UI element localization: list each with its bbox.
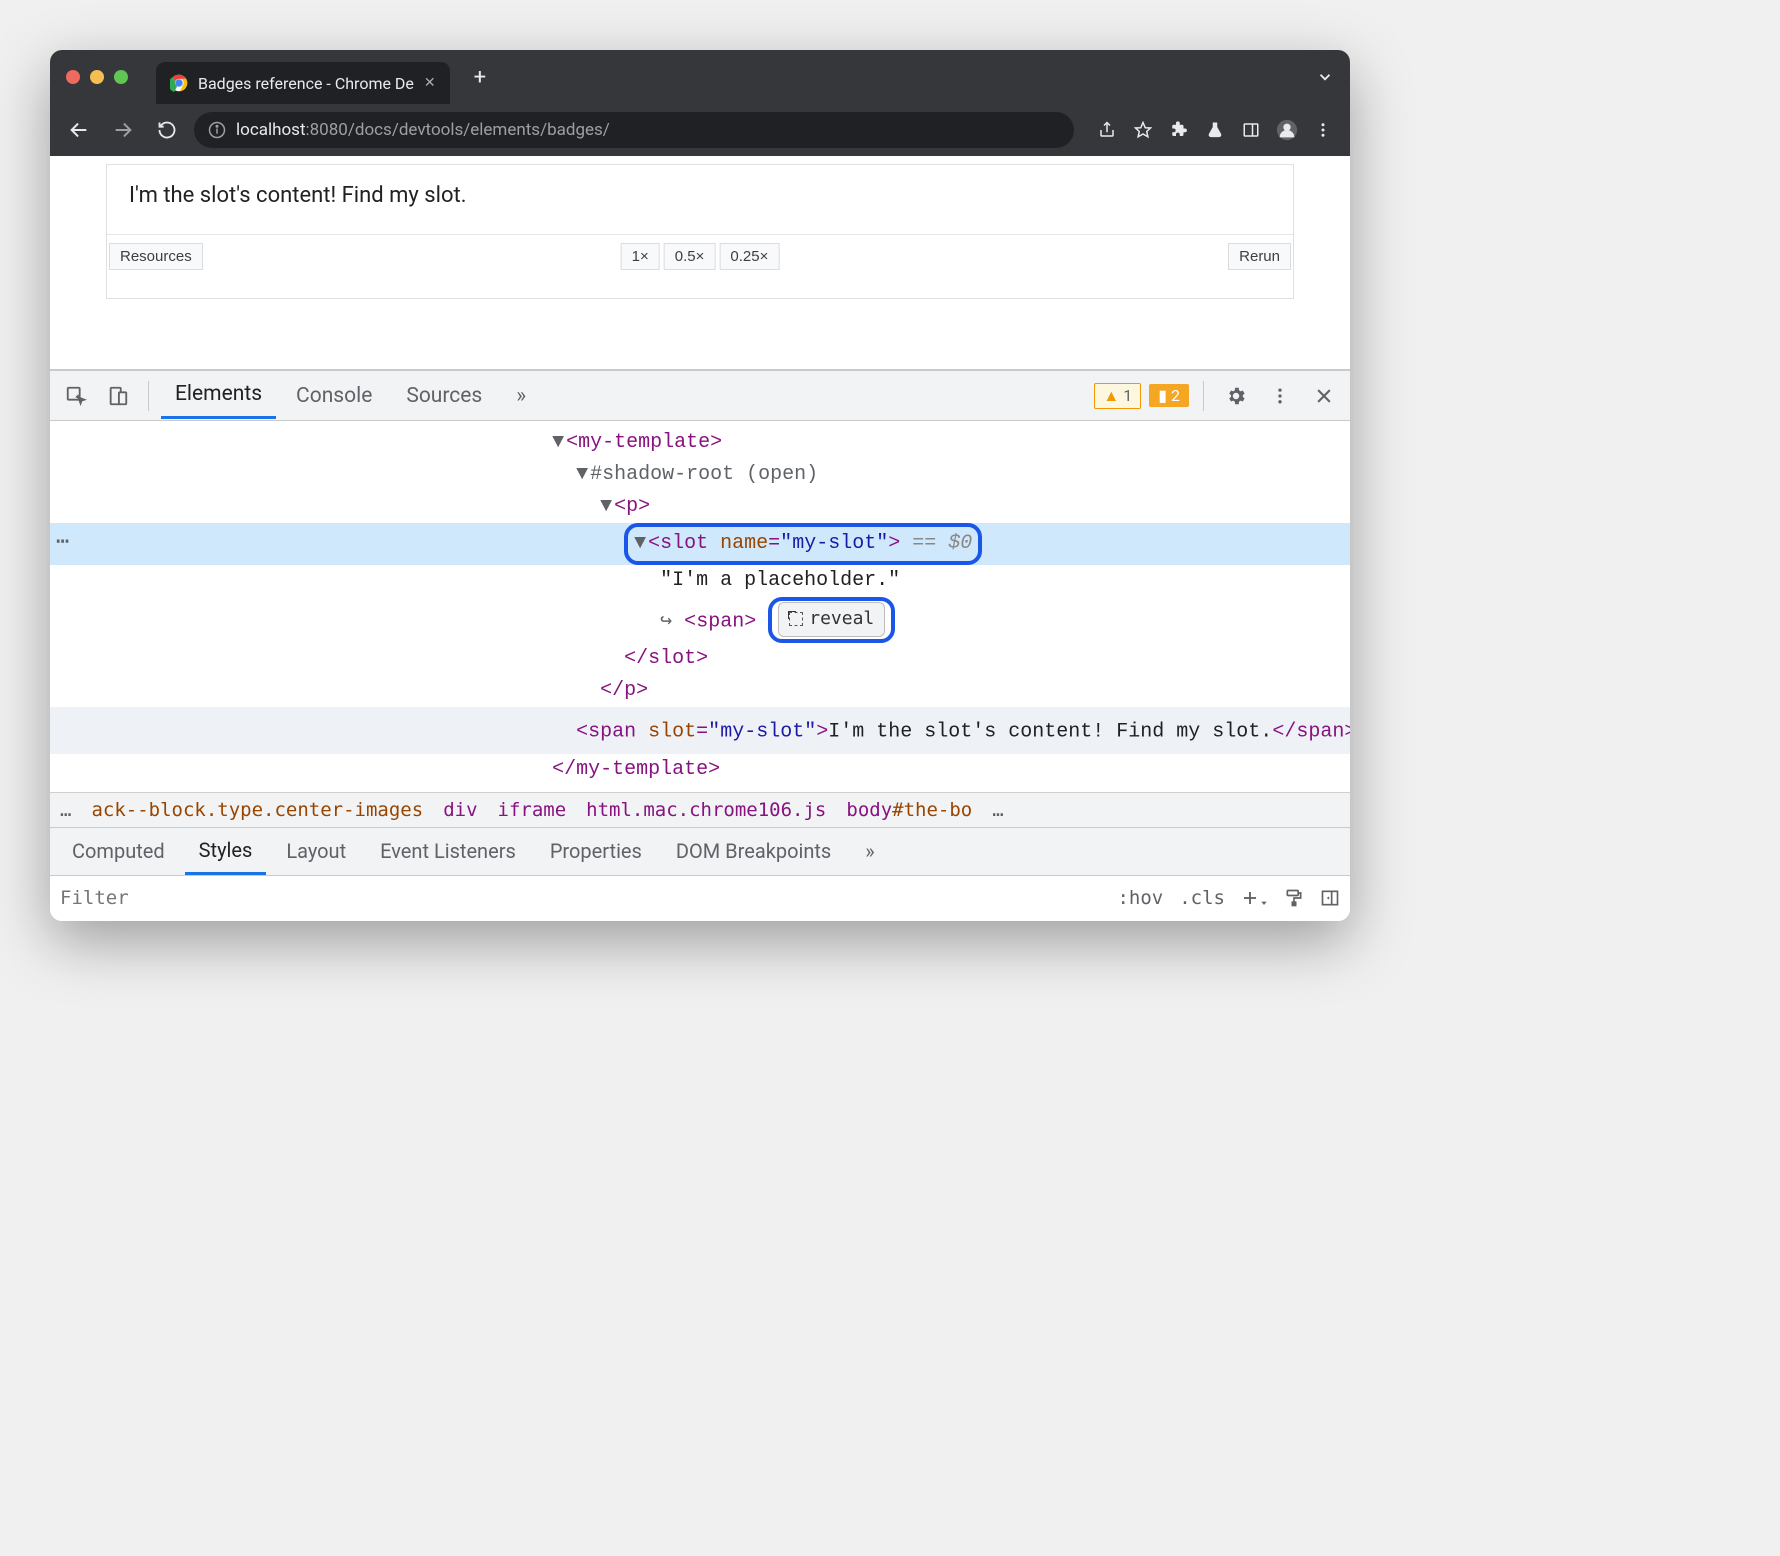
inspect-element-icon[interactable] — [58, 378, 94, 414]
tree-node[interactable]: ▼<p> — [50, 491, 1350, 523]
labs-icon[interactable] — [1200, 115, 1230, 145]
tab-title: Badges reference - Chrome De — [198, 74, 414, 93]
tabs-dropdown-icon[interactable] — [1316, 68, 1334, 86]
chrome-menu-icon[interactable] — [1308, 115, 1338, 145]
new-tab-button[interactable]: + — [474, 65, 486, 90]
paint-format-icon[interactable] — [1284, 888, 1304, 908]
tab-layout[interactable]: Layout — [272, 829, 360, 873]
issues-badge[interactable]: ▮2 — [1149, 384, 1189, 407]
settings-gear-icon[interactable] — [1218, 378, 1254, 414]
collapsed-indicator-icon: ⋯ — [56, 525, 69, 560]
styles-filter-input[interactable] — [60, 887, 302, 909]
page-viewport: I'm the slot's content! Find my slot. Re… — [50, 164, 1350, 369]
warnings-badge[interactable]: ▲1 — [1094, 383, 1141, 409]
extensions-icon[interactable] — [1164, 115, 1194, 145]
reveal-icon — [789, 612, 803, 626]
breadcrumb-item[interactable]: iframe — [498, 799, 567, 821]
close-devtools-icon[interactable] — [1306, 378, 1342, 414]
zoom-controls: 1× 0.5× 0.25× — [621, 243, 780, 270]
traffic-lights — [66, 70, 128, 84]
address-bar: localhost:8080/docs/devtools/elements/ba… — [50, 104, 1350, 156]
zoom-025x-button[interactable]: 0.25× — [719, 243, 779, 270]
zoom-1x-button[interactable]: 1× — [621, 243, 660, 270]
breadcrumb-item[interactable]: body#the-bo — [846, 799, 972, 821]
breadcrumb-item[interactable]: ack--block.type.center-images — [91, 799, 423, 821]
devtools-tabbar: Elements Console Sources » ▲1 ▮2 — [50, 371, 1350, 421]
reveal-badge[interactable]: reveal — [778, 602, 885, 637]
share-icon[interactable] — [1092, 115, 1122, 145]
titlebar: Badges reference - Chrome De ✕ + — [50, 50, 1350, 104]
tree-node-selected[interactable]: ⋯ ▼<slot name="my-slot"> == $0 — [50, 523, 1350, 565]
computed-sidebar-toggle-icon[interactable] — [1320, 888, 1340, 908]
tree-node[interactable]: </my-template> — [50, 754, 1350, 786]
back-button[interactable] — [62, 113, 96, 147]
hov-toggle[interactable]: :hov — [1117, 887, 1163, 909]
minimize-window-button[interactable] — [90, 70, 104, 84]
styles-tabs-overflow-icon[interactable]: » — [851, 829, 888, 873]
demo-toolbar: Resources 1× 0.5× 0.25× Rerun — [107, 234, 1293, 278]
rerun-button[interactable]: Rerun — [1228, 243, 1291, 270]
site-info-icon[interactable] — [208, 121, 226, 139]
url-input[interactable]: localhost:8080/docs/devtools/elements/ba… — [194, 112, 1074, 148]
device-toggle-icon[interactable] — [100, 378, 136, 414]
tree-node[interactable]: ▼<my-template> — [50, 427, 1350, 459]
side-panel-icon[interactable] — [1236, 115, 1266, 145]
close-window-button[interactable] — [66, 70, 80, 84]
divider — [148, 381, 149, 411]
tab-computed[interactable]: Computed — [58, 829, 179, 873]
tab-elements[interactable]: Elements — [161, 372, 276, 419]
maximize-window-button[interactable] — [114, 70, 128, 84]
tab-dom-breakpoints[interactable]: DOM Breakpoints — [662, 829, 845, 873]
divider — [1203, 381, 1204, 411]
dom-tree[interactable]: ▼<my-template> ▼#shadow-root (open) ▼<p>… — [50, 421, 1350, 792]
tab-properties[interactable]: Properties — [536, 829, 656, 873]
tab-close-button[interactable]: ✕ — [424, 75, 436, 91]
browser-tab[interactable]: Badges reference - Chrome De ✕ — [156, 62, 450, 104]
url-text: localhost:8080/docs/devtools/elements/ba… — [236, 120, 610, 140]
breadcrumb-item[interactable]: html.mac.chrome106.js — [586, 799, 826, 821]
devtools-panel: Elements Console Sources » ▲1 ▮2 ▼<my-te… — [50, 369, 1350, 921]
chrome-favicon-icon — [170, 74, 188, 92]
profile-icon[interactable] — [1272, 115, 1302, 145]
styles-tabbar: Computed Styles Layout Event Listeners P… — [50, 827, 1350, 875]
spacer — [50, 299, 1350, 369]
tree-node-reveal[interactable]: ↪ <span> reveal — [50, 597, 1350, 643]
more-menu-icon[interactable] — [1262, 378, 1298, 414]
styles-toolbar: :hov .cls — [50, 875, 1350, 921]
tab-event-listeners[interactable]: Event Listeners — [366, 829, 530, 873]
cls-toggle[interactable]: .cls — [1179, 887, 1225, 909]
tab-styles[interactable]: Styles — [185, 828, 267, 875]
toolbar-actions — [1092, 115, 1338, 145]
tree-node-shadow[interactable]: ▼#shadow-root (open) — [50, 459, 1350, 491]
breadcrumb-overflow-left[interactable]: … — [60, 799, 71, 821]
tree-text-node[interactable]: "I'm a placeholder." — [50, 565, 1350, 597]
tree-node[interactable]: </slot> — [50, 643, 1350, 675]
tree-node-span-slot[interactable]: <span slot="my-slot">I'm the slot's cont… — [50, 707, 1350, 753]
slot-content-text: I'm the slot's content! Find my slot. — [107, 165, 1293, 208]
tab-console[interactable]: Console — [282, 374, 386, 418]
new-style-rule-icon[interactable] — [1241, 889, 1268, 907]
dom-breadcrumb[interactable]: … ack--block.type.center-images div ifra… — [50, 792, 1350, 827]
forward-button[interactable] — [106, 113, 140, 147]
tab-sources[interactable]: Sources — [392, 374, 496, 418]
tabs-overflow-icon[interactable]: » — [502, 374, 540, 418]
demo-container: I'm the slot's content! Find my slot. Re… — [106, 164, 1294, 299]
reload-button[interactable] — [150, 113, 184, 147]
tree-node[interactable]: </p> — [50, 675, 1350, 707]
breadcrumb-item[interactable]: div — [443, 799, 477, 821]
browser-window: Badges reference - Chrome De ✕ + localho… — [50, 50, 1350, 921]
zoom-05x-button[interactable]: 0.5× — [664, 243, 716, 270]
breadcrumb-overflow-right[interactable]: … — [992, 799, 1003, 821]
bookmark-icon[interactable] — [1128, 115, 1158, 145]
resources-button[interactable]: Resources — [109, 243, 203, 270]
